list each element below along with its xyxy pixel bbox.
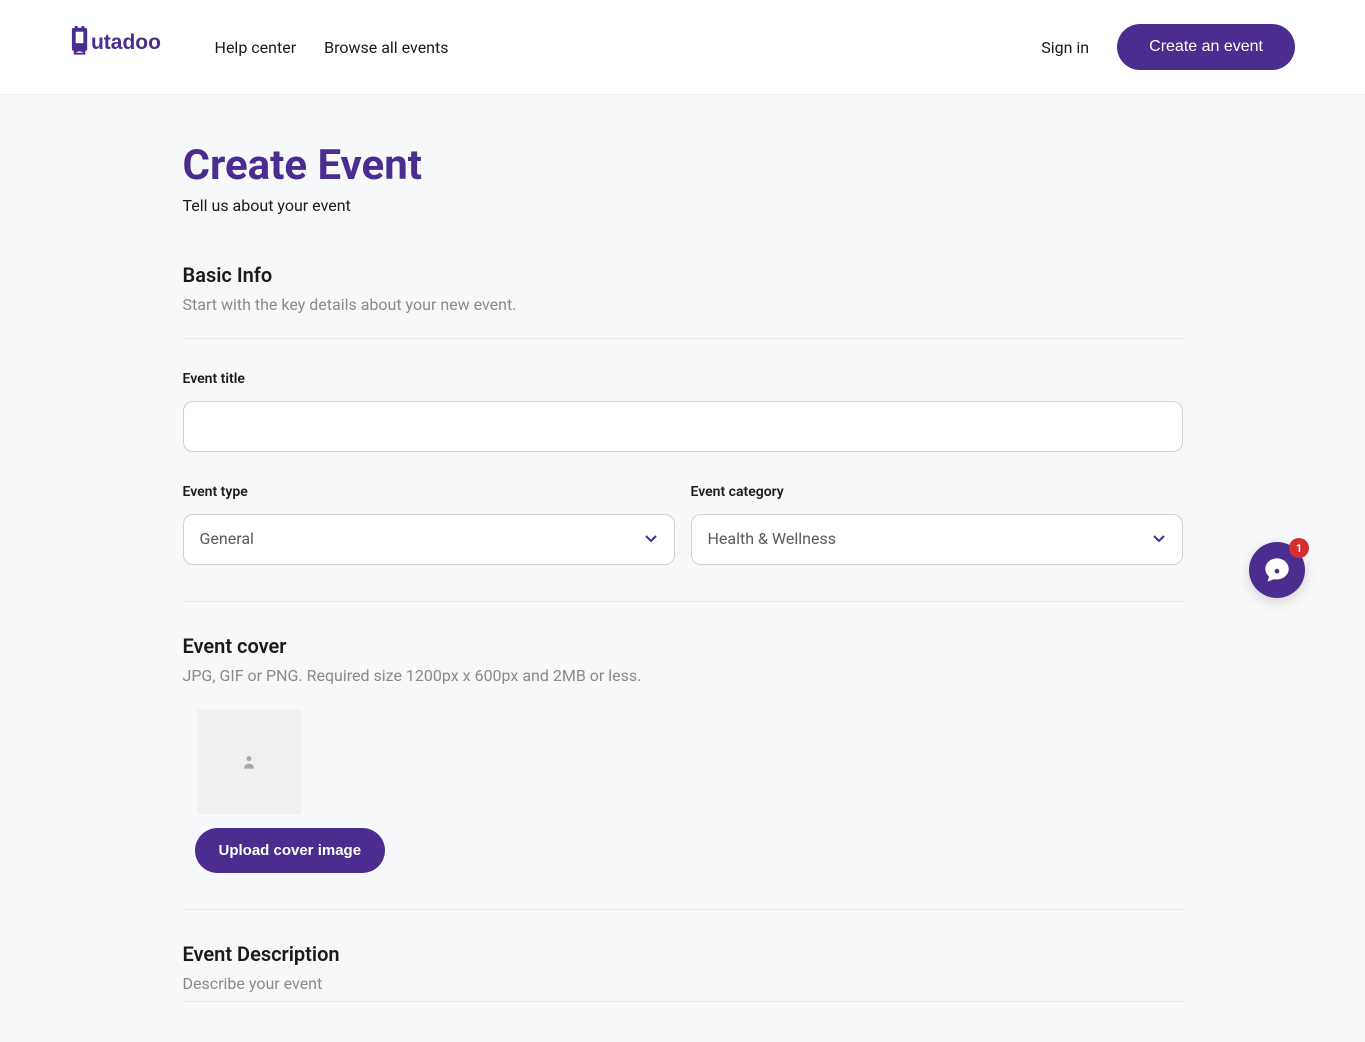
header: utadoo Help center Browse all events Sig…: [0, 0, 1365, 95]
event-category-select-wrapper: Health & Wellness: [691, 514, 1183, 565]
event-description-title: Event Description: [183, 942, 1183, 966]
event-title-label: Event title: [183, 371, 1183, 387]
basic-info-subtitle: Start with the key details about your ne…: [183, 295, 1183, 314]
divider: [183, 338, 1183, 339]
nav-browse-events[interactable]: Browse all events: [324, 38, 448, 57]
divider: [183, 601, 1183, 602]
upload-cover-button[interactable]: Upload cover image: [195, 828, 386, 873]
event-category-label: Event category: [691, 484, 1183, 500]
page-subtitle: Tell us about your event: [183, 196, 1183, 215]
event-title-input[interactable]: [183, 401, 1183, 452]
chat-badge: 1: [1289, 538, 1309, 558]
page-title: Create Event: [183, 141, 1183, 190]
chat-icon: [1263, 556, 1291, 584]
chat-widget[interactable]: 1: [1249, 542, 1305, 598]
event-type-label: Event type: [183, 484, 675, 500]
form-row-type-category: Event type General Event category Health…: [183, 484, 1183, 565]
event-type-select[interactable]: General: [183, 514, 675, 565]
header-actions: Sign in Create an event: [1041, 24, 1295, 70]
signin-link[interactable]: Sign in: [1041, 38, 1089, 57]
create-event-button[interactable]: Create an event: [1117, 24, 1295, 70]
person-icon: [239, 752, 259, 772]
main-container: Create Event Tell us about your event Ba…: [183, 95, 1183, 1042]
divider: [183, 909, 1183, 910]
basic-info-title: Basic Info: [183, 263, 1183, 287]
event-cover-subtitle: JPG, GIF or PNG. Required size 1200px x …: [183, 666, 1183, 685]
event-cover-title: Event cover: [183, 634, 1183, 658]
event-category-select[interactable]: Health & Wellness: [691, 514, 1183, 565]
cover-image-placeholder: [197, 709, 302, 814]
event-category-col: Event category Health & Wellness: [691, 484, 1183, 565]
svg-text:utadoo: utadoo: [91, 31, 161, 54]
event-description-subtitle: Describe your event: [183, 974, 1183, 993]
nav-help-center[interactable]: Help center: [215, 38, 297, 57]
event-type-col: Event type General: [183, 484, 675, 565]
logo[interactable]: utadoo: [70, 26, 185, 68]
event-type-select-wrapper: General: [183, 514, 675, 565]
nav-links: Help center Browse all events: [215, 38, 1042, 57]
